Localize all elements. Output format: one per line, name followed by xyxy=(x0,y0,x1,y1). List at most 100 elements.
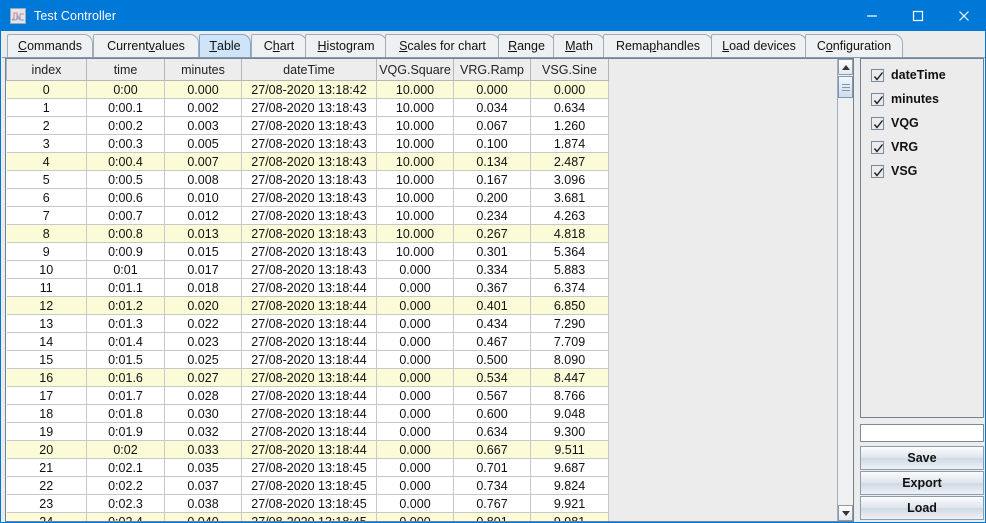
table-cell: 0.167 xyxy=(453,170,531,189)
tab-configuration[interactable]: Co nfiguration xyxy=(805,34,903,57)
checkbox-row-vqg[interactable]: VQG xyxy=(861,111,983,135)
table-cell: 0.000 xyxy=(376,332,454,351)
table-cell: 0.032 xyxy=(164,422,242,441)
tab-mnemonic: M xyxy=(565,39,576,53)
table-row[interactable]: 16 0:01.6 0.027 27/08-2020 13:18:44 0.000 0.5… xyxy=(6,368,609,387)
table-cell: 3 xyxy=(6,134,87,153)
column-header-vrg-ramp[interactable]: VRG.Ramp xyxy=(453,59,531,81)
table-cell: 27/08-2020 13:18:44 xyxy=(241,296,377,315)
checkbox-minutes[interactable] xyxy=(871,92,884,106)
table-cell: 27/08-2020 13:18:43 xyxy=(241,152,377,171)
scroll-thumb[interactable] xyxy=(838,76,853,98)
checkbox-row-vrg[interactable]: VRG xyxy=(861,135,983,159)
maximize-button[interactable] xyxy=(895,1,941,31)
table-row[interactable]: 19 0:01.9 0.032 27/08-2020 13:18:44 0.000 0.6… xyxy=(6,422,609,441)
table-cell: 0:01.8 xyxy=(86,404,165,423)
table-row[interactable]: 5 0:00.5 0.008 27/08-2020 13:18:43 10.000 0.1… xyxy=(6,170,609,189)
table-cell: 0.767 xyxy=(453,494,531,513)
table-cell: 0:00.2 xyxy=(86,116,165,135)
tab-range[interactable]: Range xyxy=(498,34,555,57)
table-row[interactable]: 12 0:01.2 0.020 27/08-2020 13:18:44 0.000 0.4… xyxy=(6,296,609,315)
tab-table[interactable]: Table xyxy=(199,34,251,57)
table-row[interactable]: 1 0:00.1 0.002 27/08-2020 13:18:43 10.000 0.0… xyxy=(6,98,609,117)
waveform-chart-icon xyxy=(10,8,26,24)
tab-load-devices[interactable]: Load devices xyxy=(711,34,807,57)
checkbox-row-datetime[interactable]: dateTime xyxy=(861,63,983,87)
tab-math[interactable]: Math xyxy=(553,34,605,57)
table-cell: 9.921 xyxy=(530,494,609,513)
column-header-index[interactable]: index xyxy=(6,59,87,81)
table-cell: 0.567 xyxy=(453,386,531,405)
table-cell: 10.000 xyxy=(376,116,454,135)
table-row[interactable]: 9 0:00.9 0.015 27/08-2020 13:18:43 10.000 0.3… xyxy=(6,242,609,261)
tab-chart[interactable]: Ch art xyxy=(251,34,307,57)
table-cell: 0.002 xyxy=(164,98,242,117)
column-header-datetime[interactable]: dateTime xyxy=(241,59,377,81)
scroll-up-icon[interactable] xyxy=(838,59,853,75)
table-cell: 0.007 xyxy=(164,152,242,171)
tab-scales-for-chart[interactable]: Scales for chart xyxy=(385,34,500,57)
table-cell: 0:01.2 xyxy=(86,296,165,315)
table-row[interactable]: 13 0:01.3 0.022 27/08-2020 13:18:44 0.000 0.4… xyxy=(6,314,609,333)
tab-commands[interactable]: Commands xyxy=(7,34,93,57)
tab-histogram[interactable]: Histogram xyxy=(305,34,387,57)
table-cell: 0.022 xyxy=(164,314,242,333)
table-cell: 0.035 xyxy=(164,458,242,477)
checkbox-vqg[interactable] xyxy=(871,116,884,130)
table-row[interactable]: 14 0:01.4 0.023 27/08-2020 13:18:44 0.000 0.4… xyxy=(6,332,609,351)
table-row[interactable]: 23 0:02.3 0.038 27/08-2020 13:18:45 0.000 0.7… xyxy=(6,494,609,513)
table-cell: 27/08-2020 13:18:44 xyxy=(241,368,377,387)
tab-current-values[interactable]: Current v alues xyxy=(93,34,199,57)
table-row[interactable]: 0 0:00 0.000 27/08-2020 13:18:42 10.000 0.000… xyxy=(6,80,609,99)
table-vertical-scrollbar[interactable] xyxy=(837,59,853,521)
table-cell: 0:00.3 xyxy=(86,134,165,153)
table-row[interactable]: 10 0:01 0.017 27/08-2020 13:18:43 0.000 0.334… xyxy=(6,260,609,279)
tab-remap-handles[interactable]: Rema p handles xyxy=(603,34,713,57)
checkbox-row-vsg[interactable]: VSG xyxy=(861,159,983,183)
table-cell: 0.000 xyxy=(453,80,531,99)
close-button[interactable] xyxy=(941,1,985,31)
table-cell: 3.681 xyxy=(530,188,609,207)
column-header-vsg-sine[interactable]: VSG.Sine xyxy=(530,59,609,81)
scroll-down-icon[interactable] xyxy=(838,505,853,521)
table-row[interactable]: 17 0:01.7 0.028 27/08-2020 13:18:44 0.000 0.5… xyxy=(6,386,609,405)
checkbox-row-minutes[interactable]: minutes xyxy=(861,87,983,111)
table-row[interactable]: 8 0:00.8 0.013 27/08-2020 13:18:43 10.000 0.2… xyxy=(6,224,609,243)
table-cell: 0.000 xyxy=(376,368,454,387)
table-row[interactable]: 240:02.40.04027/08-2020 13:18:450.0000.8… xyxy=(6,512,609,521)
table-cell: 0.000 xyxy=(164,80,242,99)
table-row[interactable]: 15 0:01.5 0.025 27/08-2020 13:18:44 0.000 0.5… xyxy=(6,350,609,369)
save-button[interactable]: Save xyxy=(860,446,984,470)
table-row[interactable]: 22 0:02.2 0.037 27/08-2020 13:18:45 0.000 0.7… xyxy=(6,476,609,495)
filename-input[interactable] xyxy=(860,424,984,442)
table-row[interactable]: 2 0:00.2 0.003 27/08-2020 13:18:43 10.000 0.0… xyxy=(6,116,609,135)
table-row[interactable]: 11 0:01.1 0.018 27/08-2020 13:18:44 0.000 0.3… xyxy=(6,278,609,297)
table-cell: 8 xyxy=(6,224,87,243)
checkbox-label: VRG xyxy=(891,140,919,154)
table-row[interactable]: 21 0:02.1 0.035 27/08-2020 13:18:45 0.000 0.7… xyxy=(6,458,609,477)
table-row[interactable]: 7 0:00.7 0.012 27/08-2020 13:18:43 10.000 0.2… xyxy=(6,206,609,225)
table-cell: 0.500 xyxy=(453,350,531,369)
checkbox-vrg[interactable] xyxy=(871,140,884,154)
table-row[interactable]: 20 0:02 0.033 27/08-2020 13:18:44 0.000 0.667… xyxy=(6,440,609,459)
table-cell: 0.600 xyxy=(453,404,531,423)
table-cell: 0.667 xyxy=(453,440,531,459)
table-cell: 0:00.7 xyxy=(86,206,165,225)
checkbox-vsg[interactable] xyxy=(871,164,884,178)
table-cell: 1.874 xyxy=(530,134,609,153)
column-header-vqg-square[interactable]: VQG.Square xyxy=(376,59,454,81)
table-cell: 0.008 xyxy=(164,170,242,189)
minimize-button[interactable] xyxy=(849,1,895,31)
table-cell: 21 xyxy=(6,458,87,477)
table-row[interactable]: 6 0:00.6 0.010 27/08-2020 13:18:43 10.000 0.2… xyxy=(6,188,609,207)
table-row[interactable]: 18 0:01.8 0.030 27/08-2020 13:18:44 0.000 0.6… xyxy=(6,404,609,423)
column-header-time[interactable]: time xyxy=(86,59,165,81)
export-button[interactable]: Export xyxy=(860,471,984,495)
column-header-minutes[interactable]: minutes xyxy=(164,59,242,81)
table-row[interactable]: 3 0:00.3 0.005 27/08-2020 13:18:43 10.000 0.1… xyxy=(6,134,609,153)
checkbox-datetime[interactable] xyxy=(871,68,884,82)
table-cell: 0.234 xyxy=(453,206,531,225)
table-row[interactable]: 4 0:00.4 0.007 27/08-2020 13:18:43 10.000 0.1… xyxy=(6,152,609,171)
table-cell: 27/08-2020 13:18:43 xyxy=(241,116,377,135)
load-button[interactable]: Load xyxy=(860,496,984,520)
